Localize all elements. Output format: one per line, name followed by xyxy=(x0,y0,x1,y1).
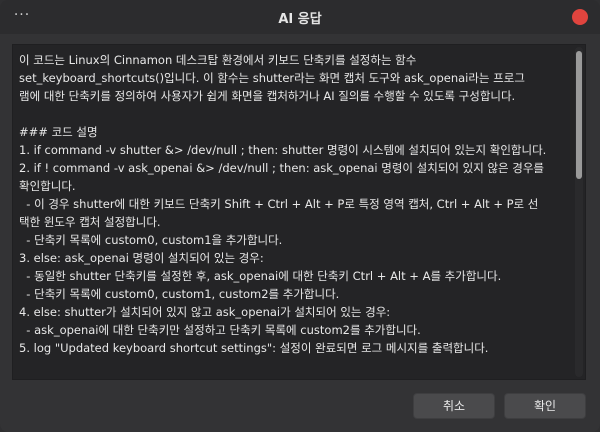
text-line: ### 코드 설명 xyxy=(19,125,98,139)
text-line: 1. if command -v shutter &> /dev/null ; … xyxy=(19,143,547,157)
scrollbar-thumb[interactable] xyxy=(576,51,582,179)
scrollbar[interactable] xyxy=(575,47,583,377)
text-line xyxy=(19,105,571,123)
window-title: AI 응답 xyxy=(278,12,322,27)
text-line: 램에 대한 단축키를 정의하여 사용자가 쉽게 화면을 캡처하거나 AI 질의를… xyxy=(19,89,516,103)
text-line: set_keyboard_shortcuts()입니다. 이 함수는 shutt… xyxy=(19,71,525,85)
text-line: 2. if ! command -v ask_openai &> /dev/nu… xyxy=(19,161,545,175)
text-line: 택한 윈도우 캡처 설정합니다. xyxy=(19,215,161,229)
text-line: 이 코드는 Linux의 Cinnamon 데스크탑 환경에서 키보드 단축키를… xyxy=(19,53,417,67)
ok-button[interactable]: 확인 xyxy=(504,393,586,419)
response-text-frame: 이 코드는 Linux의 Cinnamon 데스크탑 환경에서 키보드 단축키를… xyxy=(12,44,586,380)
cancel-button[interactable]: 취소 xyxy=(413,393,495,419)
text-line: - 이 경우 shutter에 대한 키보드 단축키 Shift + Ctrl … xyxy=(19,197,539,211)
text-line: - 단축키 목록에 custom0, custom1을 추가합니다. xyxy=(19,233,283,247)
text-line: 확인합니다. xyxy=(19,179,76,193)
title-bar: ··· AI 응답 xyxy=(0,0,600,34)
close-icon[interactable] xyxy=(572,9,588,25)
dialog-window: ··· AI 응답 이 코드는 Linux의 Cinnamon 데스크탑 환경에… xyxy=(0,0,600,432)
text-line: 5. log "Updated keyboard shortcut settin… xyxy=(19,341,489,355)
text-line: - 단축키 목록에 custom0, custom1, custom2를 추가합… xyxy=(19,287,340,301)
response-text: 이 코드는 Linux의 Cinnamon 데스크탑 환경에서 키보드 단축키를… xyxy=(19,51,571,379)
text-line: - 동일한 shutter 단축키를 설정한 후, ask_openai에 대한… xyxy=(19,269,502,283)
text-line: 3. else: ask_openai 명령이 설치되어 있는 경우: xyxy=(19,251,264,265)
text-line: 4. else: shutter가 설치되어 있지 않고 ask_openai가… xyxy=(19,305,391,319)
text-line: - ask_openai에 대한 단축키만 설정하고 단축키 목록에 custo… xyxy=(19,323,421,337)
